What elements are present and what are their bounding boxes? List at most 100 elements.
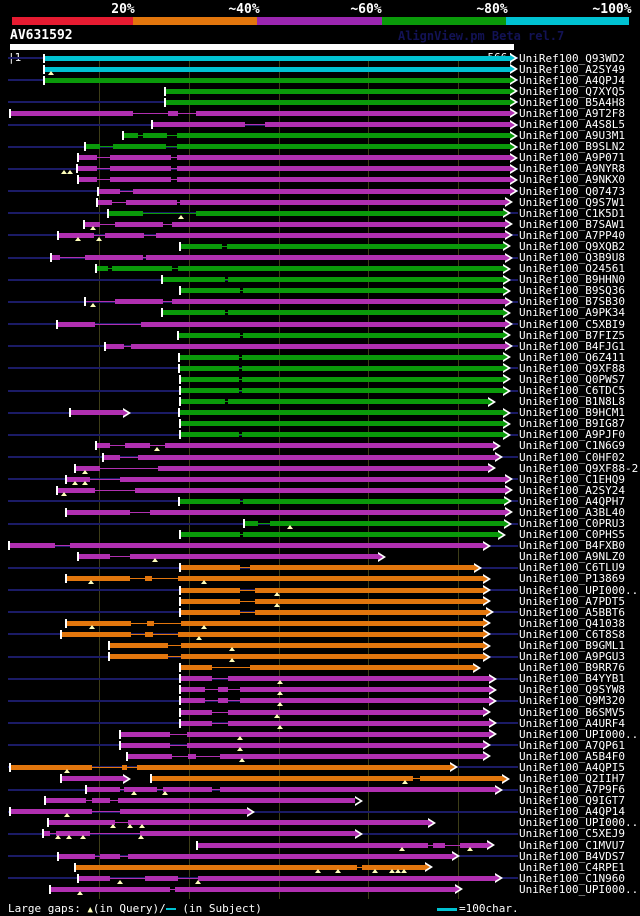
alignment-bar[interactable] [166, 88, 510, 94]
uniref-label[interactable]: UniRef100_C0HF02 [519, 452, 625, 463]
alignment-bar[interactable] [242, 376, 503, 382]
alignment-bar[interactable] [141, 321, 505, 327]
alignment-bar[interactable] [181, 720, 212, 726]
alignment-bar[interactable] [67, 509, 130, 515]
alignment-bar[interactable] [172, 221, 505, 227]
uniref-label[interactable]: UniRef100_Q9XF88-2 [519, 463, 638, 474]
alignment-bar[interactable] [45, 55, 510, 61]
alignment-bar[interactable] [45, 77, 510, 83]
alignment-bar[interactable] [179, 332, 240, 338]
alignment-bar[interactable] [175, 886, 455, 892]
alignment-bar[interactable] [62, 776, 123, 782]
alignment-bar[interactable] [140, 831, 355, 837]
alignment-bar[interactable] [181, 288, 240, 294]
alignment-bar[interactable] [146, 255, 505, 261]
alignment-bar[interactable] [243, 498, 504, 504]
alignment-bar[interactable] [181, 698, 205, 704]
alignment-bar[interactable] [121, 742, 170, 748]
alignment-bar[interactable] [227, 243, 503, 249]
alignment-bar[interactable] [85, 255, 143, 261]
alignment-bar[interactable] [115, 299, 163, 305]
uniref-label[interactable]: UniRef100_A2SY49 [519, 64, 625, 75]
uniref-label[interactable]: UniRef100_C1N6G9 [519, 440, 625, 451]
alignment-bar[interactable] [242, 388, 503, 394]
alignment-bar[interactable] [433, 842, 445, 848]
alignment-bar[interactable] [150, 509, 505, 515]
alignment-bar[interactable] [245, 521, 258, 527]
uniref-label[interactable]: UniRef100_P13869 [519, 573, 625, 584]
alignment-bar[interactable] [177, 133, 510, 139]
alignment-bar[interactable] [218, 687, 228, 693]
uniref-label[interactable]: UniRef100_B4VDS7 [519, 851, 625, 862]
uniref-label[interactable]: UniRef100_Q9M320 [519, 695, 625, 706]
alignment-bar[interactable] [11, 809, 92, 815]
uniref-label[interactable]: UniRef100_Q07473 [519, 186, 625, 197]
uniref-label[interactable]: UniRef100_A4URF4 [519, 718, 625, 729]
alignment-bar[interactable] [58, 321, 95, 327]
alignment-bar[interactable] [181, 620, 483, 626]
uniref-label[interactable]: UniRef100_UPI000.. [519, 585, 638, 596]
alignment-bar[interactable] [97, 266, 108, 272]
alignment-bar[interactable] [110, 654, 168, 660]
uniref-label[interactable]: UniRef100_C5XBI9 [519, 319, 625, 330]
alignment-bar[interactable] [135, 487, 505, 493]
alignment-bar[interactable] [124, 787, 157, 793]
alignment-bar[interactable] [172, 299, 505, 305]
uniref-label[interactable]: UniRef100_Q93WD2 [519, 53, 625, 64]
alignment-bar[interactable] [143, 133, 167, 139]
alignment-bar[interactable] [166, 99, 510, 105]
alignment-bar[interactable] [120, 809, 247, 815]
alignment-bar[interactable] [79, 155, 97, 161]
alignment-bar[interactable] [45, 66, 510, 72]
alignment-bar[interactable] [177, 166, 510, 172]
alignment-bar[interactable] [52, 255, 60, 261]
alignment-bar[interactable] [67, 576, 130, 582]
alignment-bar[interactable] [177, 177, 510, 183]
alignment-bar[interactable] [180, 410, 503, 416]
uniref-label[interactable]: UniRef100_Q9S7W1 [519, 197, 625, 208]
alignment-bar[interactable] [46, 798, 86, 804]
alignment-bar[interactable] [181, 388, 239, 394]
alignment-bar[interactable] [49, 820, 115, 826]
alignment-bar[interactable] [133, 188, 510, 194]
alignment-bar[interactable] [106, 343, 124, 349]
alignment-bar[interactable] [110, 155, 171, 161]
alignment-bar[interactable] [220, 753, 483, 759]
alignment-bar[interactable] [120, 476, 505, 482]
alignment-bar[interactable] [105, 232, 144, 238]
alignment-bar[interactable] [163, 277, 225, 283]
alignment-bar[interactable] [104, 454, 120, 460]
alignment-bar[interactable] [242, 365, 503, 371]
alignment-bar[interactable] [250, 665, 473, 671]
alignment-bar[interactable] [228, 676, 489, 682]
alignment-bar[interactable] [198, 875, 495, 881]
alignment-bar[interactable] [168, 110, 178, 116]
alignment-bar[interactable] [79, 554, 110, 560]
alignment-bar[interactable] [152, 776, 413, 782]
alignment-bar[interactable] [180, 365, 239, 371]
alignment-bar[interactable] [181, 587, 240, 593]
alignment-bar[interactable] [110, 643, 168, 648]
alignment-bar[interactable] [181, 376, 239, 382]
alignment-bar[interactable] [145, 875, 178, 881]
alignment-bar[interactable] [181, 565, 240, 571]
alignment-bar[interactable] [128, 753, 172, 759]
alignment-bar[interactable] [163, 787, 212, 793]
alignment-bar[interactable] [177, 155, 510, 161]
alignment-bar[interactable] [196, 110, 510, 116]
alignment-bar[interactable] [113, 144, 166, 150]
alignment-bar[interactable] [51, 886, 170, 892]
alignment-bar[interactable] [181, 654, 483, 660]
alignment-bar[interactable] [228, 277, 503, 283]
alignment-bar[interactable] [181, 643, 483, 648]
alignment-bar[interactable] [242, 354, 503, 360]
alignment-bar[interactable] [110, 177, 171, 183]
alignment-bar[interactable] [228, 399, 488, 405]
alignment-bar[interactable] [131, 343, 505, 349]
alignment-bar[interactable] [10, 543, 55, 549]
alignment-bar[interactable] [76, 465, 100, 471]
alignment-bar[interactable] [99, 188, 120, 194]
alignment-bar[interactable] [177, 144, 510, 150]
alignment-bar[interactable] [125, 443, 150, 449]
alignment-bar[interactable] [92, 798, 110, 804]
